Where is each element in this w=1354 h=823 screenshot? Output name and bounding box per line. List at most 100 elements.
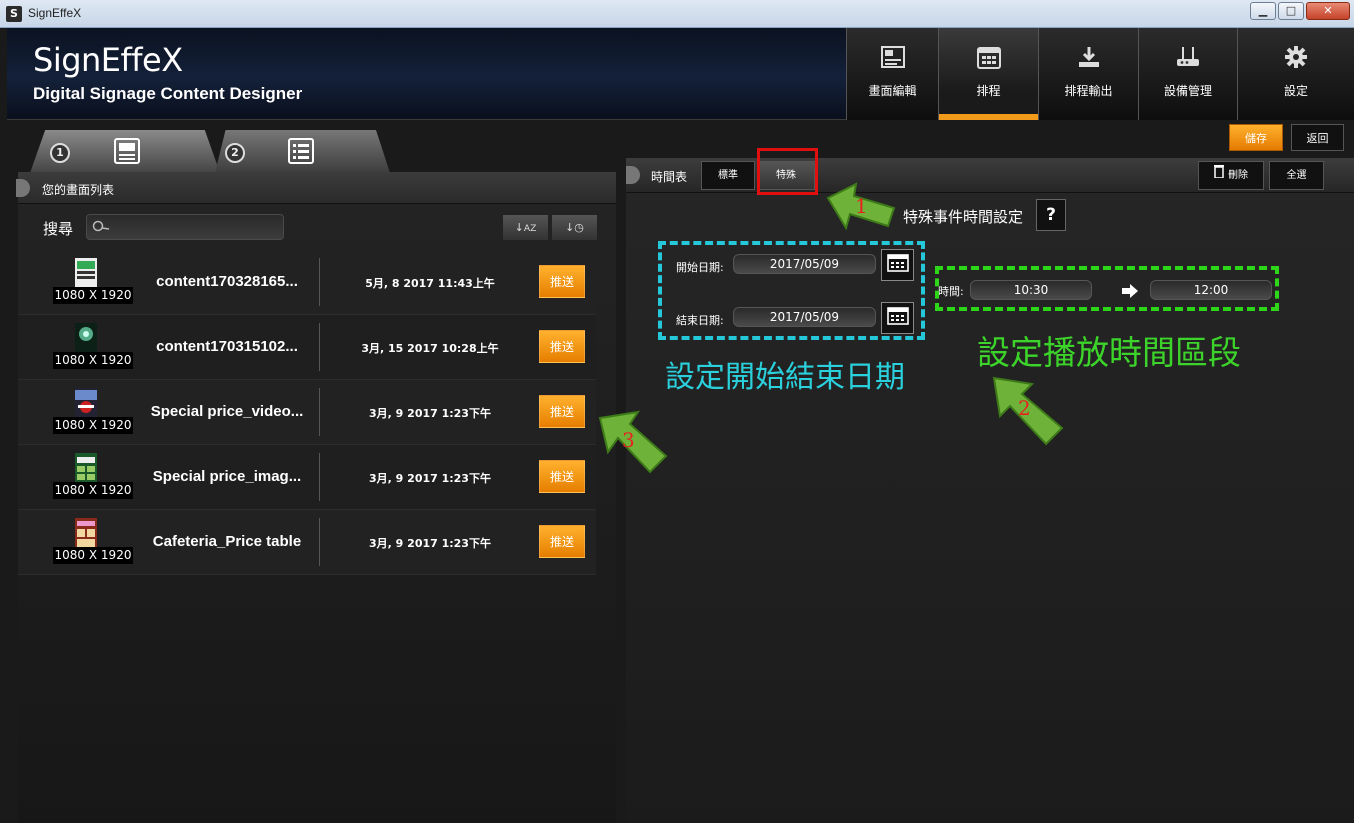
push-button[interactable]: 推送 [539, 330, 585, 363]
resolution-badge: 1080 X 1920 [53, 417, 133, 434]
close-button[interactable]: ✕ [1306, 2, 1350, 20]
tab-step-1[interactable]: 1 [30, 130, 220, 173]
delete-button[interactable]: 刪除 [1198, 161, 1264, 190]
nav-schedule-label: 排程 [976, 84, 1001, 98]
app-tagline: Digital Signage Content Designer [33, 84, 303, 103]
resolution-badge: 1080 X 1920 [53, 352, 133, 369]
tab-standard[interactable]: 標準 [701, 161, 755, 190]
list-item[interactable]: 1080 X 1920 Cafeteria_Price table 3月, 9 … [18, 510, 596, 575]
download-icon [1076, 44, 1102, 70]
list-item[interactable]: 1080 X 1920 content170328165... 5月, 8 20… [18, 250, 596, 315]
list-item[interactable]: 1080 X 1920 Special price_imag... 3月, 9 … [18, 445, 596, 510]
panel-collapse-handle[interactable] [16, 179, 30, 197]
date-range-note: 設定開始結束日期 [665, 360, 905, 395]
save-button[interactable]: 儲存 [1229, 124, 1283, 151]
arrow-1-number: 1 [855, 194, 868, 218]
content-thumbnail [70, 452, 104, 486]
sort-time-button[interactable]: ↓◷ [551, 214, 598, 241]
content-name: Cafeteria_Price table [152, 533, 302, 550]
content-thumbnail [70, 322, 104, 356]
tab-step-2-number: 2 [225, 143, 245, 163]
delete-label: 刪除 [1228, 170, 1248, 181]
content-thumbnail [70, 517, 104, 551]
calendar-icon [976, 44, 1002, 70]
nav-device-management-label: 設備管理 [1163, 84, 1212, 98]
tab-step-1-number: 1 [50, 143, 70, 163]
content-name: Special price_video... [150, 403, 304, 420]
highlight-date-range [658, 241, 925, 340]
schedule-title: 時間表 [651, 170, 688, 184]
maximize-button[interactable]: □ [1278, 2, 1304, 20]
sort-alpha-icon: ↓AZ [514, 221, 537, 234]
window-title: SignEffeX [28, 6, 82, 20]
sort-alpha-button[interactable]: ↓AZ [502, 214, 549, 241]
panel-collapse-handle[interactable] [626, 166, 640, 184]
image-list-icon [114, 138, 140, 168]
screen-list-panel: 您的畫面列表 搜尋 ↓AZ ↓◷ 1080 X 1920 content1703… [16, 172, 616, 823]
app-header: SignEffeX Digital Signage Content Design… [7, 28, 1354, 120]
tab-step-2[interactable]: 2 [215, 130, 390, 173]
push-button[interactable]: 推送 [539, 265, 585, 298]
divider [319, 323, 320, 371]
app-logo: SignEffeX [33, 41, 183, 79]
nav-screen-edit[interactable]: 畫面編輯 [846, 28, 938, 120]
content-list: 1080 X 1920 content170328165... 5月, 8 20… [18, 250, 596, 575]
push-button[interactable]: 推送 [539, 460, 585, 493]
router-icon [1175, 44, 1201, 70]
minimize-button[interactable]: ▁ [1250, 2, 1276, 20]
resolution-badge: 1080 X 1920 [53, 287, 133, 304]
save-back-group: 儲存 返回 [1229, 124, 1344, 151]
push-button[interactable]: 推送 [539, 395, 585, 428]
arrow-3-number: 3 [622, 428, 635, 452]
search-input[interactable] [86, 214, 284, 240]
content-name: content170328165... [156, 273, 298, 290]
nav-settings[interactable]: 設定 [1237, 28, 1354, 120]
resolution-badge: 1080 X 1920 [53, 547, 133, 564]
content-date: 3月, 9 2017 1:23下午 [369, 407, 491, 420]
divider [319, 388, 320, 436]
resolution-badge: 1080 X 1920 [53, 482, 133, 499]
special-event-title: 特殊事件時間設定 [903, 208, 1024, 226]
content-date: 3月, 9 2017 1:23下午 [369, 472, 491, 485]
nav-settings-label: 設定 [1283, 84, 1308, 98]
highlight-special-tab [757, 148, 818, 195]
select-all-button[interactable]: 全選 [1269, 161, 1324, 190]
nav-schedule-output-label: 排程輸出 [1064, 84, 1113, 98]
push-button[interactable]: 推送 [539, 525, 585, 558]
app-icon: S [6, 6, 22, 22]
highlight-time-range [935, 266, 1279, 311]
arrow-2-number: 2 [1018, 396, 1031, 420]
nav-schedule[interactable]: 排程 [938, 28, 1038, 120]
time-range-note: 設定播放時間區段 [977, 333, 1241, 372]
screen-list-header: 您的畫面列表 [16, 172, 616, 204]
list-item[interactable]: 1080 X 1920 Special price_video... 3月, 9… [18, 380, 596, 445]
window-titlebar: S SignEffeX ▁ □ ✕ [0, 0, 1354, 28]
trash-icon [1214, 162, 1224, 189]
screen-list-title: 您的畫面列表 [42, 183, 115, 197]
help-button[interactable]: ? [1036, 199, 1066, 231]
list-item[interactable]: 1080 X 1920 content170315102... 3月, 15 2… [18, 315, 596, 380]
sort-time-icon: ↓◷ [565, 221, 584, 234]
content-date: 5月, 8 2017 11:43上午 [365, 277, 495, 290]
divider [319, 518, 320, 566]
divider [319, 453, 320, 501]
main-nav: 畫面編輯 排程 排程輸出 設備管理 設定 [846, 28, 1354, 120]
list-icon [288, 138, 314, 168]
nav-screen-edit-label: 畫面編輯 [868, 84, 917, 98]
back-button[interactable]: 返回 [1291, 124, 1344, 151]
content-thumbnail [70, 257, 104, 291]
content-thumbnail [70, 387, 104, 421]
content-name: content170315102... [156, 338, 298, 355]
content-name: Special price_imag... [152, 468, 302, 485]
gear-icon [1283, 44, 1309, 70]
nav-device-management[interactable]: 設備管理 [1138, 28, 1237, 120]
content-date: 3月, 15 2017 10:28上午 [361, 342, 499, 355]
divider [319, 258, 320, 306]
content-date: 3月, 9 2017 1:23下午 [369, 537, 491, 550]
schedule-header: 時間表 標準 特殊 刪除 全選 [626, 158, 1354, 193]
search-label: 搜尋 [43, 220, 74, 238]
search-icon [92, 219, 110, 238]
nav-schedule-output[interactable]: 排程輸出 [1038, 28, 1138, 120]
screen-edit-icon [880, 44, 906, 70]
search-row: 搜尋 ↓AZ ↓◷ [18, 204, 616, 250]
